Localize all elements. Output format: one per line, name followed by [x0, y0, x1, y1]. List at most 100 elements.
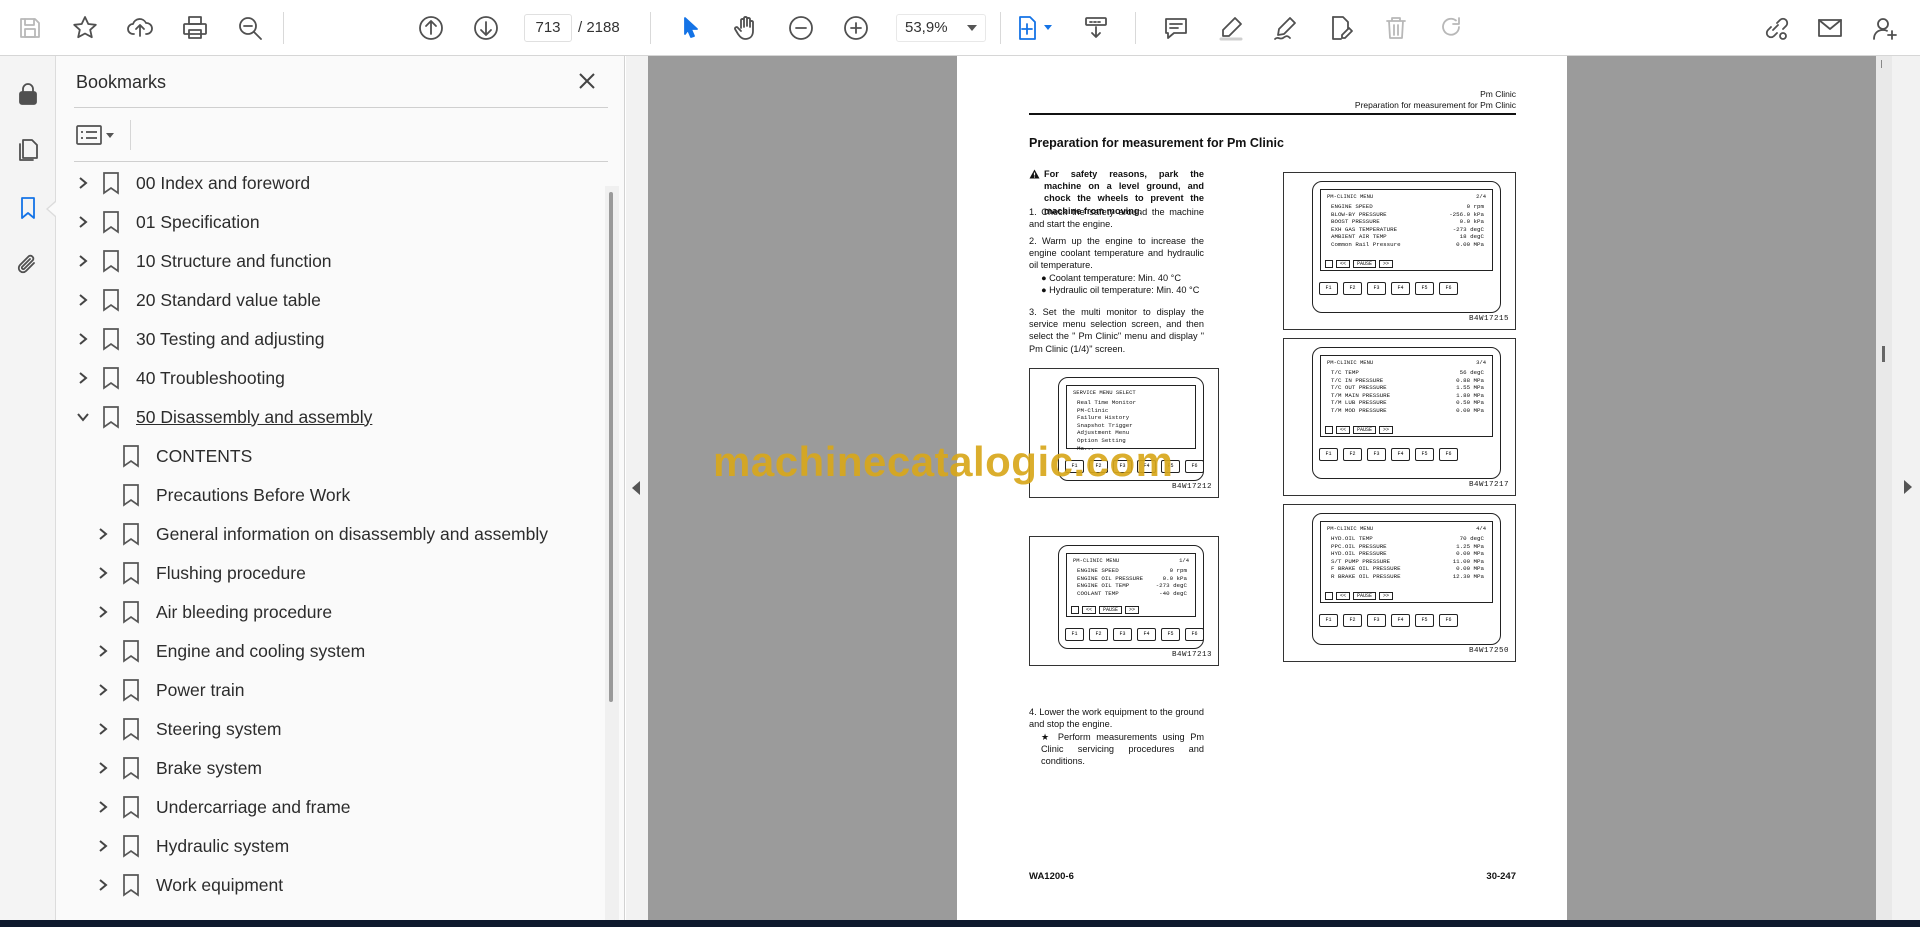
- bookmark-flag-icon: [122, 561, 144, 585]
- monitor-figure: PM-CLINIC MENU 3/4 T/C TEMP 56 degC T/C IN P…: [1283, 338, 1516, 496]
- bookmark-item[interactable]: 00 Index and foreword: [72, 165, 310, 201]
- chevron-right-icon[interactable]: [92, 523, 114, 545]
- zoom-out-icon[interactable]: [783, 10, 819, 46]
- collapse-panel-button[interactable]: [626, 56, 648, 920]
- bookmark-item[interactable]: 30 Testing and adjusting: [72, 321, 324, 357]
- bookmark-item[interactable]: Hydraulic system: [92, 828, 289, 864]
- email-icon[interactable]: [1812, 10, 1848, 46]
- bookmark-item[interactable]: Power train: [92, 672, 245, 708]
- bookmark-item[interactable]: Flushing procedure: [92, 555, 306, 591]
- bookmark-icon[interactable]: [10, 190, 46, 226]
- screen-row: BOOST PRESSURE 0.0 kPa: [1331, 218, 1484, 225]
- monitor-screen: PM-CLINIC MENU 3/4 T/C TEMP 56 degC T/C IN P…: [1320, 355, 1493, 437]
- screen-row-label: ENGINE SPEED: [1077, 567, 1119, 574]
- bookmark-options-button[interactable]: [76, 120, 122, 150]
- chevron-right-icon[interactable]: [92, 562, 114, 584]
- fit-page-icon[interactable]: [1010, 10, 1046, 46]
- bookmark-item[interactable]: Engine and cooling system: [92, 633, 365, 669]
- bookmark-label: Power train: [156, 679, 245, 700]
- bookmark-label: Work equipment: [156, 874, 284, 895]
- function-key: F6: [1185, 628, 1204, 641]
- zoom-search-icon[interactable]: [232, 10, 268, 46]
- upload-icon[interactable]: [122, 10, 158, 46]
- close-icon[interactable]: [574, 68, 600, 94]
- function-keys: F1 F2 F3 F4 F5 F6: [1319, 448, 1458, 461]
- sign-icon[interactable]: [1268, 10, 1304, 46]
- share-link-icon[interactable]: [1757, 10, 1793, 46]
- bookmark-item[interactable]: Work equipment: [92, 867, 283, 903]
- bookmark-item[interactable]: Undercarriage and frame: [92, 789, 351, 825]
- function-key: F2: [1343, 448, 1362, 461]
- page-number-input[interactable]: 713: [524, 14, 572, 42]
- screen-row-label: Adjustment Menu: [1077, 429, 1130, 437]
- chevron-right-icon[interactable]: [92, 757, 114, 779]
- bookmark-item[interactable]: Precautions Before Work: [92, 477, 350, 513]
- document-scrollbar[interactable]: [1876, 56, 1892, 920]
- chevron-right-icon[interactable]: [92, 796, 114, 818]
- chevron-right-icon[interactable]: [72, 289, 94, 311]
- chevron-right-icon[interactable]: [92, 718, 114, 740]
- bookmark-item[interactable]: General information on disassembly and a…: [92, 516, 548, 552]
- hand-icon[interactable]: [728, 10, 764, 46]
- bookmark-flag-icon: [122, 873, 144, 897]
- screen-row: T/M MAIN PRESSURE 1.80 MPa: [1331, 392, 1484, 399]
- bookmark-item[interactable]: 50 Disassembly and assembly: [72, 399, 372, 435]
- lock-icon[interactable]: [10, 76, 46, 112]
- function-keys: F1 F2 F3 F4 F5 F6: [1319, 282, 1458, 295]
- bookmark-item[interactable]: Steering system: [92, 711, 281, 747]
- bookmark-item[interactable]: Air bleeding procedure: [92, 594, 332, 630]
- bookmark-item[interactable]: 40 Troubleshooting: [72, 360, 285, 396]
- chevron-right-icon[interactable]: [72, 211, 94, 233]
- chevron-down-icon[interactable]: [72, 406, 94, 428]
- add-user-icon[interactable]: [1867, 10, 1903, 46]
- bookmark-item[interactable]: 10 Structure and function: [72, 243, 332, 279]
- fill-sign-icon[interactable]: [1323, 10, 1359, 46]
- chevron-right-icon[interactable]: [72, 367, 94, 389]
- screen-row-label: PM-Clinic: [1077, 406, 1109, 414]
- screen-row-label: Snapshot Trigger: [1077, 421, 1133, 429]
- function-key: F1: [1319, 614, 1338, 627]
- zoom-in-icon[interactable]: [838, 10, 874, 46]
- chevron-right-icon[interactable]: [92, 835, 114, 857]
- chevron-right-icon[interactable]: [72, 328, 94, 350]
- chevron-right-icon[interactable]: [72, 250, 94, 272]
- comment-icon[interactable]: [1158, 10, 1194, 46]
- page-up-icon[interactable]: [413, 10, 449, 46]
- screen-row-value: 0.00 MPa: [1456, 565, 1484, 573]
- screen-row: T/C TEMP 56 degC: [1331, 369, 1484, 376]
- delete-icon[interactable]: [1378, 10, 1414, 46]
- figure-code: B4W17215: [1468, 315, 1509, 323]
- panel-scrollbar[interactable]: [605, 186, 619, 920]
- chevron-down-icon[interactable]: [1044, 25, 1052, 30]
- panel-pointer: [46, 201, 56, 217]
- save-icon[interactable]: [12, 10, 48, 46]
- page-down-icon[interactable]: [468, 10, 504, 46]
- expand-right-panel-button[interactable]: [1892, 56, 1920, 920]
- bookmark-item[interactable]: 01 Specification: [72, 204, 260, 240]
- attachment-icon[interactable]: [10, 246, 46, 282]
- chevron-right-icon[interactable]: [92, 874, 114, 896]
- screen-row-label: ENGINE OIL PRESSURE: [1077, 574, 1144, 582]
- bookmark-item[interactable]: 20 Standard value table: [72, 282, 321, 318]
- pages-icon[interactable]: [10, 132, 46, 168]
- chevron-right-icon[interactable]: [92, 601, 114, 623]
- scroll-mode-icon[interactable]: [1078, 10, 1114, 46]
- highlight-icon[interactable]: [1213, 10, 1249, 46]
- print-icon[interactable]: [177, 10, 213, 46]
- redo-icon[interactable]: [1433, 10, 1469, 46]
- screen-row: Snapshot Trigger: [1077, 422, 1187, 429]
- select-cursor-icon[interactable]: [673, 10, 709, 46]
- bookmark-label: 20 Standard value table: [136, 289, 321, 310]
- screen-tab: <<: [1336, 592, 1351, 600]
- bookmark-item[interactable]: CONTENTS: [92, 438, 252, 474]
- bullet-hydraulic: ● Hydraulic oil temperature: Min. 40 °C: [1041, 285, 1200, 295]
- chevron-right-icon[interactable]: [92, 679, 114, 701]
- screen-row: PM-Clinic: [1077, 407, 1187, 414]
- star-icon[interactable]: [67, 10, 103, 46]
- zoom-select[interactable]: 53,9%: [896, 14, 986, 42]
- bookmark-flag-icon: [122, 717, 144, 741]
- pdf-page: Pm Clinic Preparation for measurement fo…: [957, 56, 1567, 920]
- bookmark-item[interactable]: Brake system: [92, 750, 262, 786]
- chevron-right-icon[interactable]: [92, 640, 114, 662]
- chevron-right-icon[interactable]: [72, 172, 94, 194]
